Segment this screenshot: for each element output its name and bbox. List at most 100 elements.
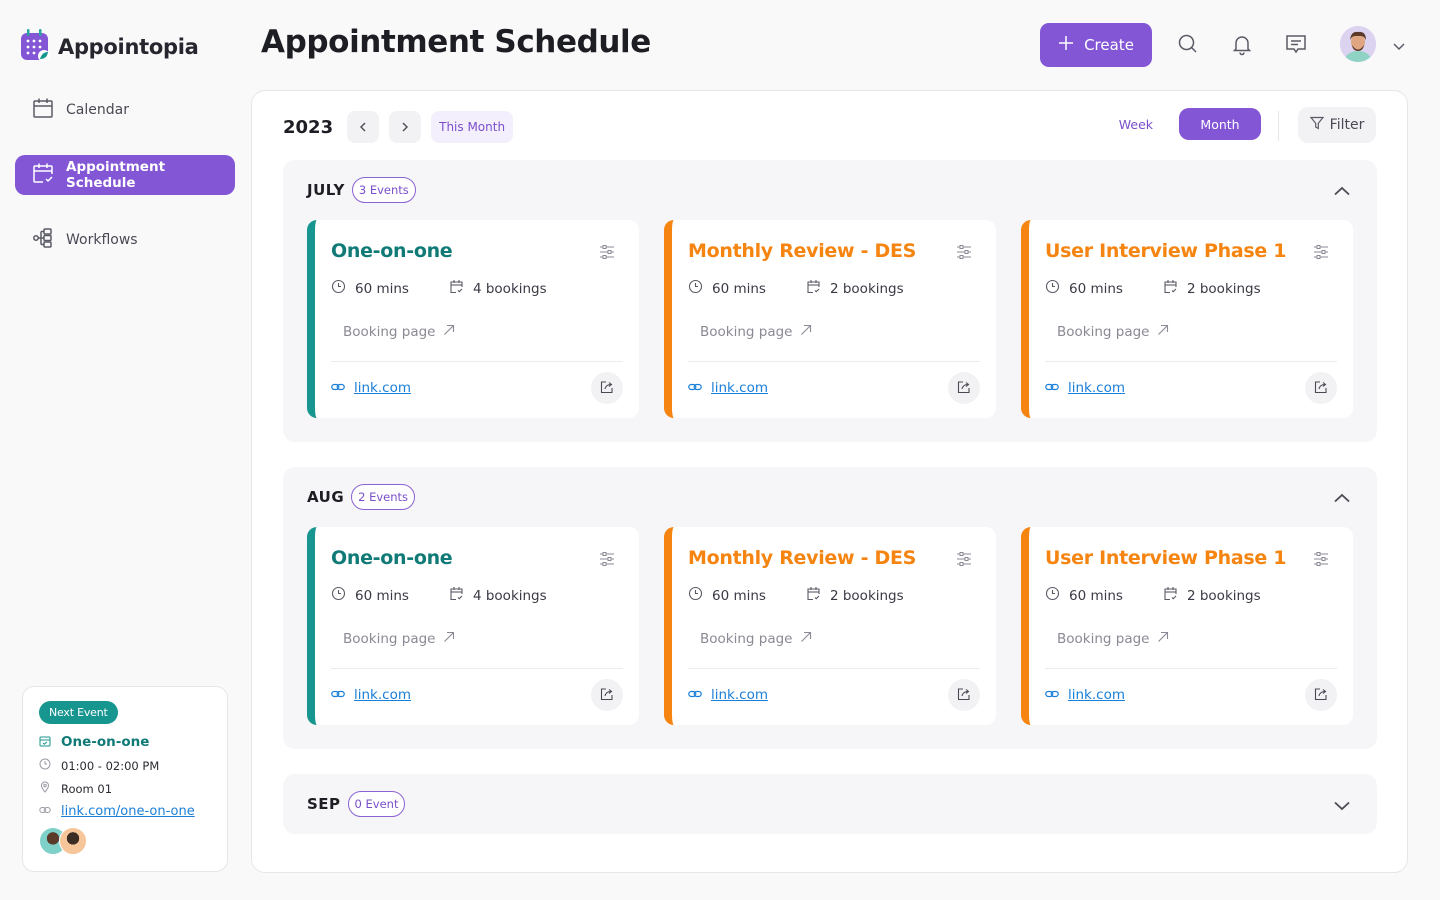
event-card[interactable]: Monthly Review - DES 60 mins 2 bookings … [664,220,996,418]
event-duration: 60 mins [712,587,766,604]
event-link-text: link.com [711,380,768,396]
event-card[interactable]: Monthly Review - DES 60 mins 2 bookings … [664,527,996,725]
share-button[interactable] [948,372,980,404]
collapse-toggle[interactable] [1333,488,1351,507]
card-divider [331,361,623,362]
event-count-badge: 2 Events [351,484,416,510]
share-button[interactable] [591,372,623,404]
event-link[interactable]: link.com [331,687,411,703]
calendar-check-icon [32,162,54,188]
next-event-time: 01:00 - 02:00 PM [61,758,160,773]
settings-sliders-icon[interactable] [1313,551,1329,571]
event-duration: 60 mins [1069,587,1123,604]
message-icon[interactable] [1284,32,1308,56]
booking-page-link[interactable]: Booking page [343,324,455,340]
collapse-toggle[interactable] [1333,796,1351,815]
event-card[interactable]: One-on-one 60 mins 4 bookings Booking pa… [307,527,639,725]
settings-sliders-icon[interactable] [956,244,972,264]
booking-page-label: Booking page [343,324,436,340]
bell-icon[interactable] [1230,32,1254,56]
workflow-icon [32,227,54,253]
view-week-button[interactable]: Week [1109,117,1163,132]
schedule-panel: 2023 This Month Week Month Filter JULY 3… [251,90,1408,873]
event-cards: One-on-one 60 mins 4 bookings Booking pa… [307,220,1353,418]
external-arrow-icon [1157,631,1169,647]
collapse-toggle[interactable] [1333,181,1351,200]
clock-icon [331,279,346,298]
event-link[interactable]: link.com [1045,687,1125,703]
booking-page-link[interactable]: Booking page [700,324,812,340]
sidebar-item-calendar[interactable]: Calendar [15,90,235,130]
event-title[interactable]: Monthly Review - DES [688,547,980,569]
filter-button[interactable]: Filter [1298,107,1376,143]
schedule-toolbar: 2023 This Month [283,111,514,143]
event-bookings: 4 bookings [472,587,547,604]
next-event-link[interactable]: link.com/one-on-one [61,804,195,819]
booking-page-label: Booking page [700,324,793,340]
settings-sliders-icon[interactable] [956,551,972,571]
settings-sliders-icon[interactable] [599,551,615,571]
event-card[interactable]: One-on-one 60 mins 4 bookings Booking pa… [307,220,639,418]
event-link[interactable]: link.com [1045,380,1125,396]
share-button[interactable] [1305,679,1337,711]
event-title[interactable]: Monthly Review - DES [688,240,980,262]
booking-page-link[interactable]: Booking page [1057,324,1169,340]
sidebar-item-appointment-schedule[interactable]: Appointment Schedule [15,155,235,195]
sidebar-item-label: Workflows [66,232,138,248]
share-icon [1314,686,1328,705]
filter-label: Filter [1329,117,1365,133]
event-card[interactable]: User Interview Phase 1 60 mins 2 booking… [1021,220,1353,418]
month-section: AUG 2 Events One-on-one 60 mins 4 bookin… [283,467,1377,749]
next-event-card[interactable]: Next Event One-on-one 01:00 - 02:00 PM R… [22,686,228,872]
event-link[interactable]: link.com [688,687,768,703]
event-bookings: 2 bookings [1186,280,1261,297]
app-logo[interactable]: Appointopia [20,28,199,66]
event-count-badge: 3 Events [351,177,416,203]
booking-page-link[interactable]: Booking page [343,631,455,647]
settings-sliders-icon[interactable] [1313,244,1329,264]
share-icon [1314,379,1328,398]
event-link-text: link.com [354,380,411,396]
external-arrow-icon [800,324,812,340]
booking-page-link[interactable]: Booking page [1057,631,1169,647]
this-month-button[interactable]: This Month [431,111,514,143]
month-name: AUG [307,488,345,506]
event-card[interactable]: User Interview Phase 1 60 mins 2 booking… [1021,527,1353,725]
settings-sliders-icon[interactable] [599,244,615,264]
next-button[interactable] [389,111,422,143]
prev-button[interactable] [347,111,380,143]
event-link[interactable]: link.com [331,380,411,396]
event-duration: 60 mins [1069,280,1123,297]
link-icon [1045,687,1059,703]
view-switch: Week Month [1109,108,1261,140]
plus-icon [1058,35,1074,55]
year-label: 2023 [283,116,334,138]
attendee-avatar[interactable] [59,827,87,855]
card-divider [1045,361,1337,362]
event-title[interactable]: User Interview Phase 1 [1045,547,1337,569]
chevron-down-icon[interactable] [1392,36,1406,55]
sidebar-nav: Calendar Appointment Schedule Workflows [15,90,235,285]
share-button[interactable] [591,679,623,711]
event-link-text: link.com [711,687,768,703]
search-icon[interactable] [1176,32,1200,56]
event-bookings: 2 bookings [1186,587,1261,604]
user-avatar[interactable] [1340,26,1376,62]
event-link-text: link.com [1068,380,1125,396]
event-title[interactable]: One-on-one [331,240,623,262]
booking-page-link[interactable]: Booking page [700,631,812,647]
share-button[interactable] [1305,372,1337,404]
sidebar-item-workflows[interactable]: Workflows [15,220,235,260]
calendar-check-icon [1163,586,1178,605]
event-title[interactable]: User Interview Phase 1 [1045,240,1337,262]
chevron-up-icon [1333,181,1351,200]
view-month-button[interactable]: Month [1179,108,1261,140]
clock-icon [331,586,346,605]
next-event-title[interactable]: One-on-one [61,734,149,750]
event-link[interactable]: link.com [688,380,768,396]
create-button[interactable]: Create [1040,23,1152,67]
share-button[interactable] [948,679,980,711]
event-title[interactable]: One-on-one [331,547,623,569]
clock-icon [688,586,703,605]
month-name: SEP [307,795,341,813]
